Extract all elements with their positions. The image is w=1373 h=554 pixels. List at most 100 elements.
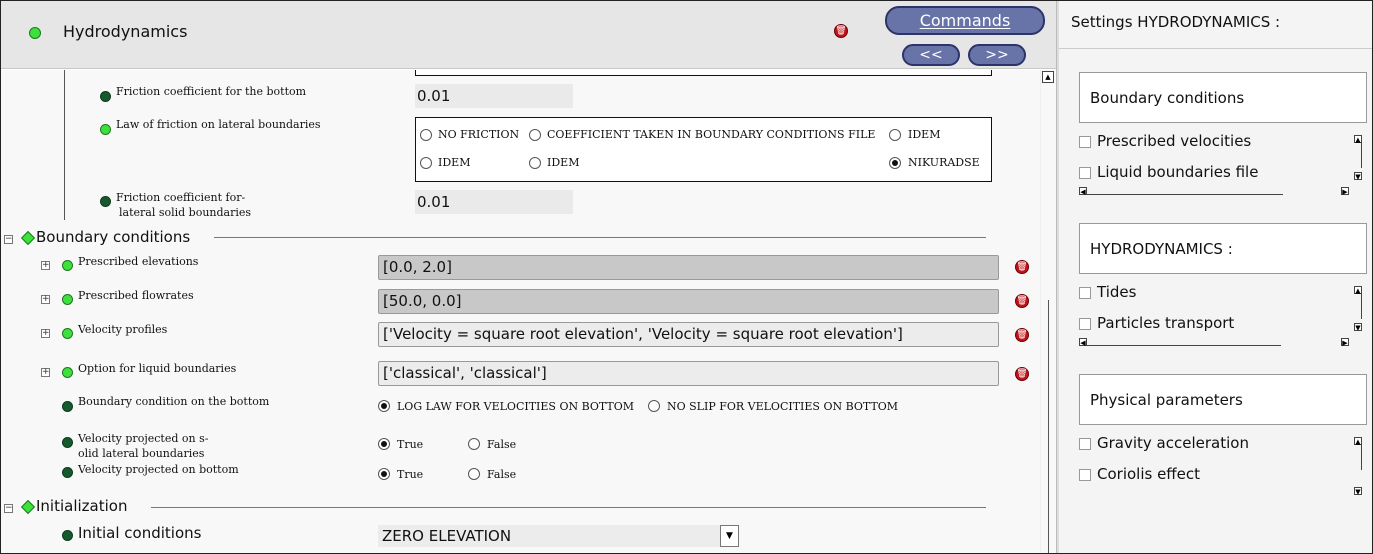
radio-lateral-false[interactable] xyxy=(468,438,480,450)
vel-proj-lateral-label-2: olid lateral boundaries xyxy=(78,447,205,460)
scroll-up-icon[interactable]: ▲ xyxy=(1042,71,1054,83)
next-button[interactable]: >> xyxy=(968,44,1026,66)
commands-button[interactable]: Commands xyxy=(885,6,1045,35)
settings-separator xyxy=(1059,48,1372,49)
radio-bottom-false[interactable] xyxy=(468,468,480,480)
checkbox-tides[interactable] xyxy=(1079,287,1091,299)
radio-nikuradse[interactable] xyxy=(889,157,901,169)
prescribed-elevations-label: Prescribed elevations xyxy=(78,255,199,268)
horizontal-scrollbar[interactable] xyxy=(1079,338,1281,346)
radio-idem-1[interactable] xyxy=(889,129,901,141)
prev-button[interactable]: << xyxy=(902,44,960,66)
expand-icon[interactable]: + xyxy=(41,295,50,304)
scrollbar-track[interactable] xyxy=(1361,143,1362,168)
status-dot-icon xyxy=(62,467,73,478)
radio-idem-2[interactable] xyxy=(420,157,432,169)
collapse-icon[interactable]: − xyxy=(4,235,13,244)
radio-bottom-true[interactable] xyxy=(378,468,390,480)
status-dot-icon xyxy=(100,91,111,102)
bottom-bc-label: Boundary condition on the bottom xyxy=(78,395,270,408)
option-label: NIKURADSE xyxy=(908,156,980,169)
checkbox-label: Tides xyxy=(1097,283,1137,301)
status-dot-icon xyxy=(100,124,111,135)
prescribed-elevations-input[interactable]: [0.0, 2.0] xyxy=(378,255,999,280)
friction-bottom-input[interactable]: 0.01 xyxy=(415,84,573,108)
group-title: Physical parameters xyxy=(1090,391,1243,409)
section-diamond-icon xyxy=(20,230,36,246)
radio-log-law[interactable] xyxy=(378,400,390,412)
horizontal-scrollbar[interactable] xyxy=(1079,187,1283,195)
radio-idem-3[interactable] xyxy=(529,157,541,169)
checkbox-label: Prescribed velocities xyxy=(1097,132,1252,150)
delete-icon[interactable]: 🗑 xyxy=(834,24,848,38)
prescribed-flowrates-input[interactable]: [50.0, 0.0] xyxy=(378,289,999,314)
delete-icon[interactable]: 🗑 xyxy=(1015,260,1029,274)
radio-coef-bc-file[interactable] xyxy=(529,129,541,141)
checkbox-liquid-boundaries-file[interactable] xyxy=(1079,167,1091,179)
scrollbar-track[interactable] xyxy=(1361,294,1362,319)
checkbox-particles-transport[interactable] xyxy=(1079,318,1091,330)
scroll-up-icon[interactable]: ▲ xyxy=(1354,286,1362,295)
checkbox-label: Gravity acceleration xyxy=(1097,434,1249,452)
expand-icon[interactable]: + xyxy=(41,329,50,338)
tree-guide-line xyxy=(64,70,65,220)
checkbox-prescribed-velocities[interactable] xyxy=(1079,136,1091,148)
prescribed-flowrates-label: Prescribed flowrates xyxy=(78,289,194,302)
status-dot-icon xyxy=(100,196,111,207)
scroll-left-icon[interactable]: ◀ xyxy=(1079,187,1087,196)
liquid-boundaries-option-input[interactable]: ['classical', 'classical'] xyxy=(378,361,999,386)
option-label: True xyxy=(397,468,424,481)
delete-icon[interactable]: 🗑 xyxy=(1015,367,1029,381)
group-header-hydrodynamics[interactable]: HYDRODYNAMICS : xyxy=(1079,223,1367,274)
velocity-profiles-input[interactable]: ['Velocity = square root elevation', 'Ve… xyxy=(378,322,999,347)
checkbox-coriolis-effect[interactable] xyxy=(1079,469,1091,481)
section-title-boundary: Boundary conditions xyxy=(36,228,191,246)
scroll-down-icon[interactable]: ▼ xyxy=(1354,172,1362,181)
status-dot-icon xyxy=(62,367,73,378)
scroll-left-icon[interactable]: ◀ xyxy=(1079,338,1087,347)
page-title: Hydrodynamics xyxy=(63,22,188,41)
initial-conditions-select[interactable]: ZERO ELEVATION xyxy=(378,525,739,547)
option-label: True xyxy=(397,438,424,451)
previous-field-box xyxy=(415,70,992,76)
delete-icon[interactable]: 🗑 xyxy=(1015,328,1029,342)
group-header-physical[interactable]: Physical parameters xyxy=(1079,374,1367,425)
scroll-right-icon[interactable]: ▶ xyxy=(1341,338,1349,347)
radio-lateral-true[interactable] xyxy=(378,438,390,450)
expand-icon[interactable]: + xyxy=(41,368,50,377)
lateral-coef-label: Friction coefficient for- xyxy=(116,191,246,204)
checkbox-label: Particles transport xyxy=(1097,314,1235,332)
radio-no-slip[interactable] xyxy=(648,400,660,412)
expand-icon[interactable]: + xyxy=(41,261,50,270)
delete-icon[interactable]: 🗑 xyxy=(1015,294,1029,308)
scrollbar-thumb[interactable] xyxy=(1048,300,1049,553)
velocity-profiles-label: Velocity profiles xyxy=(78,323,168,336)
option-label: NO FRICTION xyxy=(438,128,520,141)
group-title: Boundary conditions xyxy=(1090,89,1245,107)
radio-no-friction[interactable] xyxy=(420,129,432,141)
scroll-up-icon[interactable]: ▲ xyxy=(1354,135,1362,144)
section-title-initialization: Initialization xyxy=(36,497,128,515)
chevron-down-icon[interactable]: ▼ xyxy=(720,525,739,547)
option-label: LOG LAW FOR VELOCITIES ON BOTTOM xyxy=(397,400,635,413)
checkbox-label: Liquid boundaries file xyxy=(1097,163,1259,181)
lateral-coef-input[interactable]: 0.01 xyxy=(415,190,573,214)
status-dot-icon xyxy=(29,27,41,39)
collapse-icon[interactable]: − xyxy=(4,504,13,513)
option-label: False xyxy=(487,468,517,481)
option-label: False xyxy=(487,438,517,451)
scroll-right-icon[interactable]: ▶ xyxy=(1341,187,1349,196)
scrollbar-track[interactable] xyxy=(1361,445,1362,470)
scroll-down-icon[interactable]: ▼ xyxy=(1354,487,1362,496)
status-dot-icon xyxy=(62,260,73,271)
option-label: COEFFICIENT TAKEN IN BOUNDARY CONDITIONS… xyxy=(547,128,876,141)
group-header-boundary[interactable]: Boundary conditions xyxy=(1079,72,1367,123)
checkbox-gravity-acceleration[interactable] xyxy=(1079,438,1091,450)
status-dot-icon xyxy=(62,401,73,412)
initial-conditions-label: Initial conditions xyxy=(78,524,202,542)
group-title: HYDRODYNAMICS : xyxy=(1090,240,1233,258)
scroll-up-icon[interactable]: ▲ xyxy=(1354,437,1362,446)
status-dot-icon xyxy=(62,530,73,541)
scroll-down-icon[interactable]: ▼ xyxy=(1354,323,1362,332)
commands-label: Commands xyxy=(919,11,1011,30)
